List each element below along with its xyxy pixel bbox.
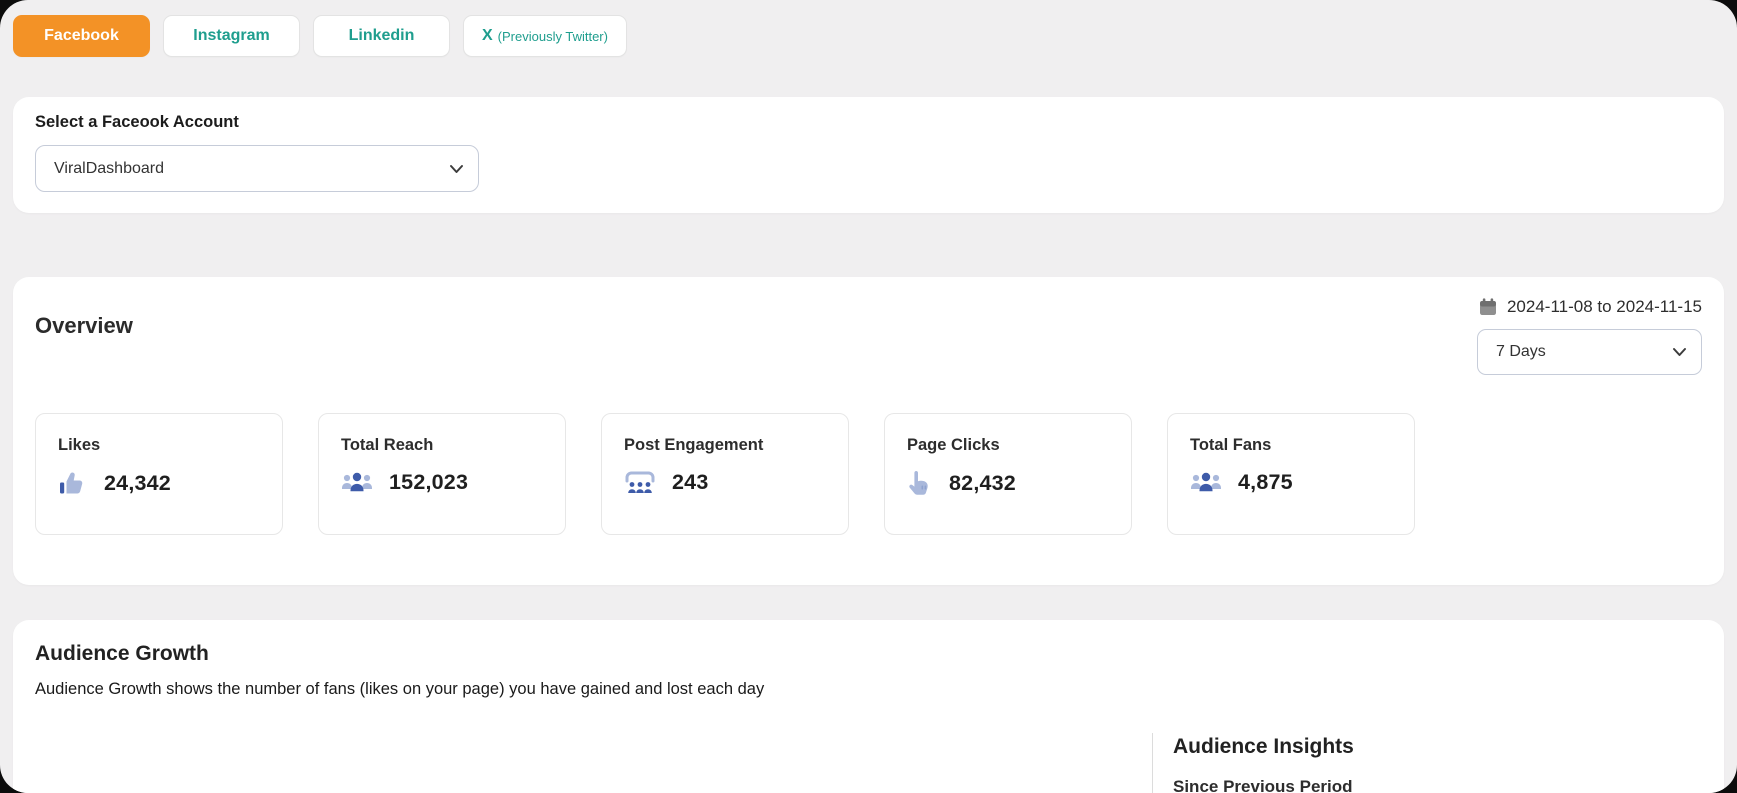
overview-title: Overview: [35, 313, 133, 338]
tab-x-sublabel: (Previously Twitter): [497, 28, 608, 44]
audience-icon: [624, 469, 656, 495]
stat-card-likes: Likes 24,342: [35, 413, 283, 535]
vertical-divider: [1152, 733, 1153, 793]
platform-tabs: Facebook Instagram Linkedin X (Previousl…: [13, 15, 627, 57]
stat-label: Total Reach: [341, 436, 434, 454]
stat-card-page-clicks: Page Clicks 82,432: [884, 413, 1132, 535]
stat-value: 24,342: [104, 470, 171, 495]
stat-card-post-engagement: Post Engagement 243: [601, 413, 849, 535]
tab-linkedin[interactable]: Linkedin: [313, 15, 450, 57]
period-select[interactable]: 7 Days: [1477, 329, 1702, 375]
stat-value: 152,023: [389, 469, 469, 494]
audience-growth-card: Audience Growth Audience Growth shows th…: [13, 620, 1724, 793]
stat-label: Page Clicks: [907, 436, 1000, 454]
stat-value: 82,432: [949, 470, 1016, 495]
audience-insights-subtitle: Since Previous Period: [1173, 777, 1353, 793]
audience-growth-description: Audience Growth shows the number of fans…: [35, 680, 765, 698]
stat-value: 4,875: [1238, 469, 1293, 494]
account-select-card: Select a Faceook Account ViralDashboard: [13, 97, 1724, 213]
stat-label: Likes: [58, 436, 101, 454]
stat-value: 243: [672, 469, 709, 494]
tab-instagram[interactable]: Instagram: [163, 15, 300, 57]
dashboard-screen: Facebook Instagram Linkedin X (Previousl…: [0, 0, 1737, 793]
chevron-down-icon: [450, 164, 463, 173]
date-range-picker[interactable]: 2024-11-08 to 2024-11-15: [1478, 297, 1702, 317]
audience-growth-title: Audience Growth: [35, 642, 209, 665]
calendar-icon: [1479, 298, 1496, 315]
overview-card: Overview 2024-11-08 to 2024-11-15 7 Days…: [13, 277, 1724, 585]
chevron-down-icon: [1673, 348, 1686, 356]
tab-facebook[interactable]: Facebook: [13, 15, 150, 57]
account-select[interactable]: ViralDashboard: [35, 145, 479, 192]
tab-x-label: X: [482, 27, 493, 44]
stat-card-total-fans: Total Fans 4,875: [1167, 413, 1415, 535]
tab-x-twitter[interactable]: X (Previously Twitter): [463, 15, 627, 57]
overview-stats-row: Likes 24,342 Total Reach 152,023 Post En…: [35, 413, 1415, 535]
stat-card-total-reach: Total Reach 152,023: [318, 413, 566, 535]
audience-insights-title: Audience Insights: [1173, 735, 1354, 758]
stat-label: Total Fans: [1190, 436, 1272, 454]
period-select-value: 7 Days: [1496, 343, 1546, 360]
stat-label: Post Engagement: [624, 436, 764, 454]
account-select-label: Select a Faceook Account: [35, 113, 239, 131]
users-icon: [341, 469, 373, 495]
account-select-value: ViralDashboard: [54, 159, 164, 177]
users-icon: [1190, 469, 1222, 495]
click-pointer-icon: [907, 469, 933, 497]
date-range-text: 2024-11-08 to 2024-11-15: [1506, 297, 1702, 316]
thumbs-up-icon: [58, 469, 88, 497]
